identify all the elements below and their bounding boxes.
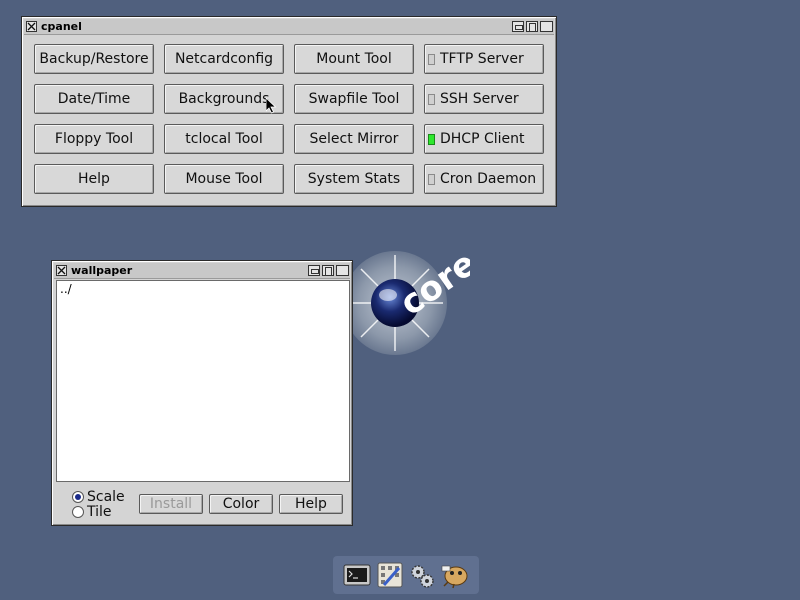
cron-status-led xyxy=(428,173,435,185)
shade-icon[interactable] xyxy=(540,21,553,32)
terminal-icon[interactable] xyxy=(342,560,372,590)
button-label: Netcardconfig xyxy=(174,51,274,67)
scale-radio[interactable] xyxy=(72,491,84,503)
button-label: Help xyxy=(295,496,327,512)
button-label: System Stats xyxy=(307,171,401,187)
swapfile-tool-button[interactable]: Swapfile Tool xyxy=(294,84,414,114)
control-panel-icon[interactable] xyxy=(375,560,405,590)
close-icon[interactable] xyxy=(56,265,67,276)
button-label: Install xyxy=(149,496,193,512)
backup-restore-button[interactable]: Backup/Restore xyxy=(34,44,154,74)
app-launcher-icon[interactable] xyxy=(440,560,470,590)
iconify-icon[interactable] xyxy=(512,21,524,32)
maximize-icon[interactable] xyxy=(322,265,334,276)
cpanel-window: cpanel Backup/Restore Netcardconfig Moun… xyxy=(21,16,557,207)
button-label: Swapfile Tool xyxy=(308,91,400,107)
date-time-button[interactable]: Date/Time xyxy=(34,84,154,114)
netcardconfig-button[interactable]: Netcardconfig xyxy=(164,44,284,74)
button-label: Mount Tool xyxy=(316,51,392,67)
mouse-tool-button[interactable]: Mouse Tool xyxy=(164,164,284,194)
button-label: Select Mirror xyxy=(309,131,399,147)
button-label: Mouse Tool xyxy=(185,171,263,187)
scale-radio-option[interactable]: Scale xyxy=(72,489,125,505)
tftp-status-led xyxy=(428,53,435,65)
color-button[interactable]: Color xyxy=(209,494,273,514)
button-label: Backgrounds xyxy=(178,91,270,107)
tile-label: Tile xyxy=(87,504,112,520)
maximize-icon[interactable] xyxy=(526,21,538,32)
floppy-tool-button[interactable]: Floppy Tool xyxy=(34,124,154,154)
mount-tool-button[interactable]: Mount Tool xyxy=(294,44,414,74)
scale-label: Scale xyxy=(87,489,125,505)
window-title: cpanel xyxy=(41,20,82,33)
dhcp-client-button[interactable]: DHCP Client xyxy=(424,124,544,154)
close-icon[interactable] xyxy=(26,21,37,32)
wallpaper-file-list[interactable]: ../ xyxy=(56,280,350,482)
dhcp-status-led xyxy=(428,133,435,145)
select-mirror-button[interactable]: Select Mirror xyxy=(294,124,414,154)
window-title: wallpaper xyxy=(71,264,133,277)
button-label: Color xyxy=(222,496,260,512)
button-label: Backup/Restore xyxy=(39,51,149,67)
cpanel-titlebar[interactable]: cpanel xyxy=(24,19,554,35)
button-label: tclocal Tool xyxy=(185,131,263,147)
iconify-icon[interactable] xyxy=(308,265,320,276)
button-label: Help xyxy=(78,171,110,187)
tftp-server-button[interactable]: TFTP Server xyxy=(424,44,544,74)
wallpaper-window: wallpaper ../ Scale Tile Install Color H… xyxy=(51,260,353,526)
ssh-status-led xyxy=(428,93,435,105)
cron-daemon-button[interactable]: Cron Daemon xyxy=(424,164,544,194)
wallpaper-titlebar[interactable]: wallpaper xyxy=(54,263,350,279)
system-stats-button[interactable]: System Stats xyxy=(294,164,414,194)
button-label: Date/Time xyxy=(57,91,131,107)
help-button[interactable]: Help xyxy=(34,164,154,194)
ssh-server-button[interactable]: SSH Server xyxy=(424,84,544,114)
tile-radio-option[interactable]: Tile xyxy=(72,504,112,520)
tile-radio[interactable] xyxy=(72,506,84,518)
wallpaper-help-button[interactable]: Help xyxy=(279,494,343,514)
shade-icon[interactable] xyxy=(336,265,349,276)
button-label: DHCP Client xyxy=(440,131,525,147)
core-logo: core xyxy=(340,235,484,365)
button-label: Floppy Tool xyxy=(54,131,134,147)
install-button[interactable]: Install xyxy=(139,494,203,514)
list-item[interactable]: ../ xyxy=(60,282,346,296)
taskbar-dock xyxy=(333,556,479,594)
button-label: TFTP Server xyxy=(440,51,524,67)
settings-gears-icon[interactable] xyxy=(407,560,437,590)
button-label: SSH Server xyxy=(440,91,519,107)
mouse-cursor-icon xyxy=(265,97,277,118)
tclocal-tool-button[interactable]: tclocal Tool xyxy=(164,124,284,154)
button-label: Cron Daemon xyxy=(440,171,537,187)
